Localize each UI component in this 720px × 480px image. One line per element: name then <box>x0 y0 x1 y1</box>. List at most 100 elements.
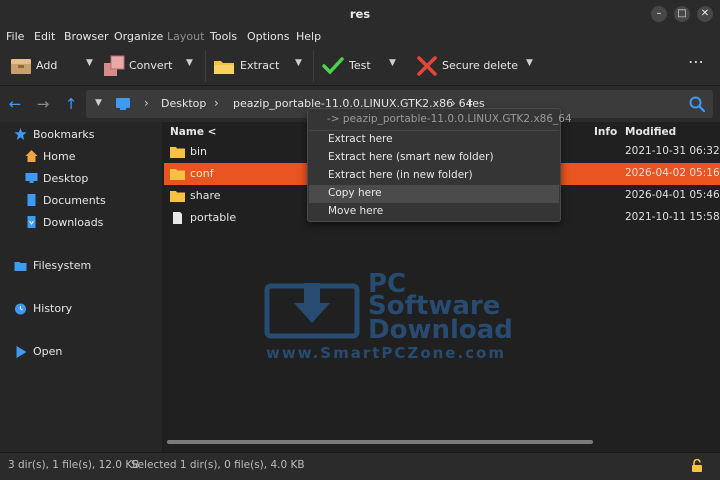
documents-icon <box>27 194 36 206</box>
watermark: PC Software Download www.SmartPCZone.com <box>264 269 594 370</box>
menu-bar: File Edit Browser Organize Layout Tools … <box>0 28 720 46</box>
check-icon <box>322 57 344 75</box>
watermark-line4: www.SmartPCZone.com <box>266 344 506 362</box>
sidebar-item-downloads[interactable]: Downloads <box>43 216 103 229</box>
convert-label: Convert <box>129 59 173 72</box>
menu-edit[interactable]: Edit <box>34 30 55 43</box>
lock-icon[interactable] <box>692 459 702 472</box>
context-menu: -> peazip_portable-11.0.0.LINUX.GTK2.x86… <box>307 108 572 222</box>
chevron-down-icon[interactable]: ▼ <box>389 58 396 68</box>
secure-delete-button[interactable]: Secure delete ▼ <box>416 54 538 78</box>
download-monitor-icon <box>264 283 360 339</box>
context-menu-header: -> peazip_portable-11.0.0.LINUX.GTK2.x86… <box>327 113 572 125</box>
folder-icon <box>170 169 185 180</box>
file-icon <box>173 212 182 224</box>
extract-button[interactable]: Extract ▼ <box>213 54 305 78</box>
downloads-icon <box>27 216 36 228</box>
menu-item-extract-smart-folder[interactable]: Extract here (smart new folder) <box>309 149 559 167</box>
menu-item-extract-new-folder[interactable]: Extract here (in new folder) <box>309 167 559 185</box>
menu-item-label: Move here <box>328 205 384 217</box>
chevron-right-icon: › <box>214 96 219 110</box>
sidebar-item-documents[interactable]: Documents <box>43 194 106 207</box>
menu-item-label: Extract here (in new folder) <box>328 169 473 181</box>
watermark-line3: Download <box>368 315 513 345</box>
folder-icon <box>170 191 185 202</box>
file-name: conf <box>190 167 214 180</box>
more-options-icon[interactable]: ⋯ <box>688 52 710 76</box>
add-archive-icon <box>11 59 31 74</box>
sidebar: Bookmarks Home Desktop Documents Downloa… <box>0 122 162 452</box>
status-bar: 3 dir(s), 1 file(s), 12.0 KB Selected 1 … <box>0 452 720 480</box>
toolbar: Add ▼ Convert ▼ Extract ▼ Test ▼ Secure … <box>0 46 720 86</box>
convert-icon <box>104 55 125 76</box>
chevron-down-icon[interactable]: ▼ <box>186 58 193 68</box>
menu-item-label: Extract here (smart new folder) <box>328 151 494 163</box>
file-modified: 2021-10-11 15:58:06 <box>625 211 720 223</box>
history-icon <box>15 303 26 315</box>
column-modified[interactable]: Modified <box>625 126 676 138</box>
back-arrow-icon[interactable]: ← <box>6 95 24 113</box>
menu-organize[interactable]: Organize <box>114 30 163 43</box>
sidebar-item-home[interactable]: Home <box>43 150 75 163</box>
horizontal-scrollbar[interactable] <box>167 440 593 444</box>
menu-item-move-here[interactable]: Move here <box>309 203 559 221</box>
menu-tools[interactable]: Tools <box>210 30 237 43</box>
menu-help[interactable]: Help <box>296 30 321 43</box>
forward-arrow-icon[interactable]: → <box>34 95 52 113</box>
chevron-down-icon[interactable]: ▼ <box>95 98 102 108</box>
sidebar-item-desktop[interactable]: Desktop <box>43 172 88 185</box>
maximize-icon[interactable]: □ <box>674 6 690 22</box>
desktop-icon <box>25 173 38 183</box>
computer-icon[interactable] <box>116 98 130 110</box>
chevron-down-icon[interactable]: ▼ <box>526 58 533 68</box>
menu-item-extract-here[interactable]: Extract here <box>309 131 559 149</box>
menu-item-copy-here[interactable]: Copy here <box>309 185 559 203</box>
delete-x-icon <box>417 56 437 76</box>
test-button[interactable]: Test ▼ <box>322 54 400 78</box>
extract-folder-icon <box>214 61 234 74</box>
menu-item-label: Extract here <box>328 133 393 145</box>
file-modified: 2026-04-02 05:16:37 <box>625 167 720 179</box>
secure-delete-label: Secure delete <box>442 59 518 72</box>
sidebar-filesystem[interactable]: Filesystem <box>33 259 91 272</box>
breadcrumb-desktop[interactable]: Desktop <box>161 97 206 110</box>
status-selected: Selected 1 dir(s), 0 file(s), 4.0 KB <box>131 459 305 471</box>
play-icon <box>16 346 27 358</box>
search-icon[interactable] <box>689 96 705 112</box>
chevron-right-icon: › <box>144 96 149 110</box>
menu-options[interactable]: Options <box>247 30 289 43</box>
filesystem-icon <box>14 262 27 271</box>
title-bar: res – □ ✕ <box>0 0 720 28</box>
add-label: Add <box>36 59 58 72</box>
file-modified: 2026-04-01 05:46:35 <box>625 189 720 201</box>
menu-file[interactable]: File <box>6 30 24 43</box>
toolbar-divider <box>313 50 314 82</box>
test-label: Test <box>349 59 371 72</box>
folder-icon <box>170 147 185 158</box>
up-arrow-icon[interactable]: ↑ <box>62 95 80 113</box>
column-info[interactable]: Info <box>594 126 617 138</box>
column-name[interactable]: Name < <box>170 126 216 138</box>
status-summary: 3 dir(s), 1 file(s), 12.0 KB <box>8 459 140 471</box>
home-icon <box>25 150 38 162</box>
convert-button[interactable]: Convert ▼ <box>103 54 197 78</box>
file-name: portable <box>190 211 237 224</box>
menu-item-label: Copy here <box>328 187 382 199</box>
extract-label: Extract <box>240 59 280 72</box>
file-name: share <box>190 189 221 202</box>
close-icon[interactable]: ✕ <box>697 6 713 22</box>
sidebar-history[interactable]: History <box>33 302 72 315</box>
file-name: bin <box>190 145 208 158</box>
sidebar-bookmarks[interactable]: Bookmarks <box>33 128 94 141</box>
chevron-down-icon[interactable]: ▼ <box>86 58 93 68</box>
star-icon <box>14 128 27 140</box>
add-button[interactable]: Add ▼ <box>10 54 96 78</box>
window-title: res <box>349 7 371 21</box>
menu-layout[interactable]: Layout <box>167 30 204 43</box>
file-modified: 2021-10-31 06:32:39 <box>625 145 720 157</box>
sidebar-open[interactable]: Open <box>33 345 62 358</box>
menu-browser[interactable]: Browser <box>64 30 109 43</box>
chevron-down-icon[interactable]: ▼ <box>295 58 302 68</box>
minimize-icon[interactable]: – <box>651 6 667 22</box>
toolbar-divider <box>205 50 206 82</box>
